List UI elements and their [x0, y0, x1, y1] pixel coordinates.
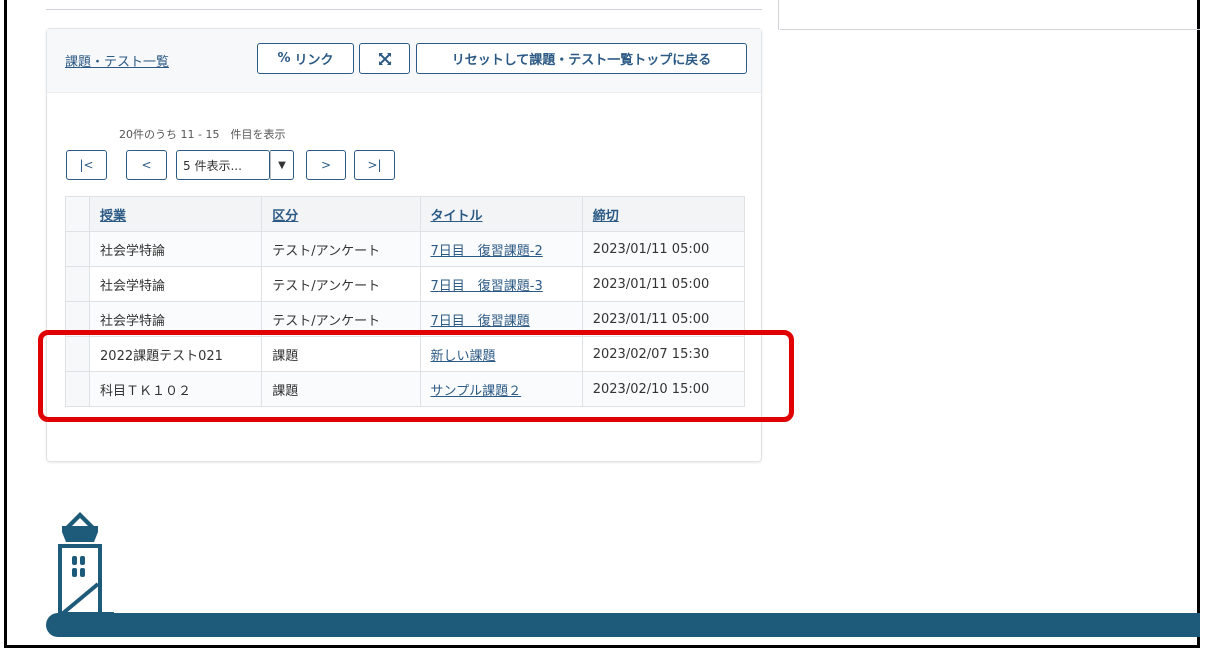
course-cell: 社会学特論 [89, 231, 263, 267]
tower-logo-icon [58, 512, 114, 616]
title-cell: 7日目 復習課題-2 [419, 231, 583, 267]
panel-title-link[interactable]: 課題・テスト一覧 [65, 51, 169, 70]
title-cell: 7日目 復習課題 [419, 301, 583, 337]
due-cell: 2023/02/10 15:00 [581, 371, 746, 407]
assignment-table: 授業 区分 タイトル 締切 社会学特論 テスト/アンケート 7日目 復習課題-2… [64, 196, 746, 407]
due-cell: 2023/02/07 15:30 [581, 336, 746, 372]
next-page-button[interactable]: > [306, 150, 346, 180]
panel-header: 課題・テスト一覧 % リンク リセットして課題・テスト一覧トップに戻る [47, 29, 761, 93]
column-divider [778, 0, 779, 30]
table-row: 科目ＴＫ１０２ 課題 サンプル課題２ 2023/02/10 15:00 [64, 371, 746, 407]
table-row: 社会学特論 テスト/アンケート 7日目 復習課題-2 2023/01/11 05… [64, 231, 746, 267]
title-link[interactable]: 新しい課題 [431, 349, 496, 364]
sort-by-course[interactable]: 授業 [89, 196, 263, 232]
course-cell: 社会学特論 [89, 301, 263, 337]
title-cell: サンプル課題２ [419, 371, 583, 407]
course-cell: 社会学特論 [89, 266, 263, 302]
table-row: 社会学特論 テスト/アンケート 7日目 復習課題 2023/01/11 05:0… [64, 301, 746, 337]
footer-bar [46, 613, 1200, 637]
first-page-button[interactable]: |< [66, 150, 107, 180]
title-cell: 新しい課題 [419, 336, 583, 372]
dropdown-arrow-icon[interactable]: ▼ [270, 150, 294, 180]
link-icon: % [277, 51, 291, 66]
sort-by-type[interactable]: 区分 [261, 196, 421, 232]
row-handle [64, 336, 91, 372]
expand-button[interactable] [359, 43, 410, 74]
title-link[interactable]: 7日目 復習課題-2 [431, 244, 543, 259]
row-handle [64, 231, 91, 267]
top-divider [46, 9, 762, 10]
last-page-button[interactable]: >| [354, 150, 395, 180]
per-page-select[interactable]: 5 件表示... [176, 150, 270, 180]
type-cell: テスト/アンケート [261, 231, 421, 267]
type-cell: 課題 [261, 336, 421, 372]
title-link[interactable]: サンプル課題２ [431, 384, 522, 399]
type-cell: テスト/アンケート [261, 301, 421, 337]
link-button[interactable]: % リンク [257, 43, 354, 74]
due-cell: 2023/01/11 05:00 [581, 266, 746, 302]
course-cell: 2022課題テスト021 [89, 336, 263, 372]
title-link[interactable]: 7日目 復習課題 [431, 314, 530, 329]
reset-to-top-button[interactable]: リセットして課題・テスト一覧トップに戻る [416, 43, 747, 74]
type-cell: 課題 [261, 371, 421, 407]
sort-by-title[interactable]: タイトル [419, 196, 583, 232]
title-cell: 7日目 復習課題-3 [419, 266, 583, 302]
assignment-test-panel: 課題・テスト一覧 % リンク リセットして課題・テスト一覧トップに戻る 20件の… [46, 28, 762, 462]
expand-icon [378, 52, 391, 65]
table-row: 2022課題テスト021 課題 新しい課題 2023/02/07 15:30 [64, 336, 746, 372]
table-header-row: 授業 区分 タイトル 締切 [64, 196, 746, 232]
title-link[interactable]: 7日目 復習課題-3 [431, 279, 543, 294]
row-handle-header [64, 196, 91, 232]
pagination-summary: 20件のうち 11 - 15 件目を表示 [119, 128, 286, 141]
due-cell: 2023/01/11 05:00 [581, 231, 746, 267]
right-divider [780, 29, 1200, 30]
row-handle [64, 371, 91, 407]
prev-page-button[interactable]: < [126, 150, 167, 180]
row-handle [64, 266, 91, 302]
table-row: 社会学特論 テスト/アンケート 7日目 復習課題-3 2023/01/11 05… [64, 266, 746, 302]
due-cell: 2023/01/11 05:00 [581, 301, 746, 337]
link-button-label: リンク [294, 53, 334, 68]
course-cell: 科目ＴＫ１０２ [89, 371, 263, 407]
row-handle [64, 301, 91, 337]
sort-by-due[interactable]: 締切 [581, 196, 746, 232]
type-cell: テスト/アンケート [261, 266, 421, 302]
